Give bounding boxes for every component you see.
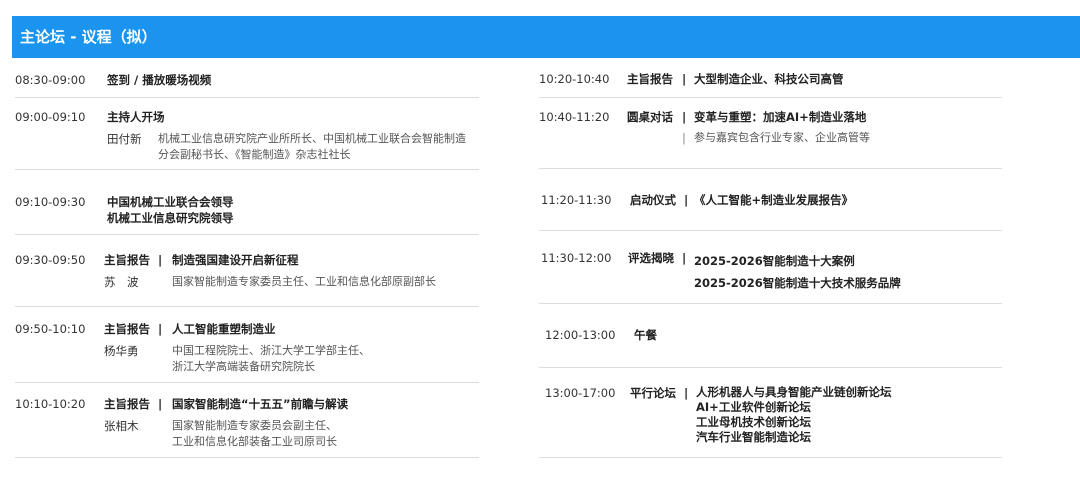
item-time: 10:20-10:40 — [539, 72, 610, 86]
item-title: 签到 / 播放暖场视频 — [107, 73, 212, 87]
title-line: 汽车行业智能制造论坛 — [696, 430, 811, 444]
speaker-description: 国家智能制造专家委员主任、工业和信息化部原副部长 — [172, 274, 436, 290]
separator: | — [682, 72, 687, 86]
item-title: 《人工智能+制造业发展报告》 — [694, 193, 854, 207]
separator: | — [158, 253, 163, 267]
item-time: 12:00-13:00 — [545, 328, 616, 342]
item-title: 变革与重塑：加速AI+制造业落地 — [694, 110, 867, 124]
divider — [539, 97, 1002, 98]
session-type-label: 圆桌对话 — [627, 110, 673, 124]
item-time: 09:50-10:10 — [15, 322, 86, 336]
speaker-description: 中国工程院院士、浙江大学工学部主任、 浙江大学高端装备研究院院长 — [172, 343, 370, 375]
desc-line: 分会副秘书长、《智能制造》杂志社社长 — [158, 148, 351, 161]
session-type-label: 主旨报告 — [104, 397, 150, 411]
divider — [539, 303, 1002, 304]
session-type-label: 主旨报告 — [627, 72, 673, 86]
item-title: 大型制造企业、科技公司高管 — [694, 72, 844, 86]
item-time: 11:30-12:00 — [541, 251, 612, 265]
separator: | — [158, 322, 163, 336]
item-time: 10:10-10:20 — [15, 397, 86, 411]
item-title: 主持人开场 — [107, 110, 165, 124]
session-type-label: 启动仪式 — [630, 193, 676, 207]
session-type-label: 主旨报告 — [104, 253, 150, 267]
desc-line: 中国工程院院士、浙江大学工学部主任、 — [172, 344, 370, 357]
separator: | — [684, 386, 689, 400]
divider — [539, 230, 1002, 231]
desc-line: 国家智能制造专家委员会副主任、 — [172, 419, 337, 432]
item-title-lines: 2025-2026智能制造十大案例 2025-2026智能制造十大技术服务品牌 — [694, 250, 901, 294]
divider — [15, 457, 479, 458]
item-title: 制造强国建设开启新征程 — [172, 253, 299, 267]
title-line: 工业母机技术创新论坛 — [696, 415, 811, 429]
guest-note: 参与嘉宾包含行业专家、企业高管等 — [694, 131, 870, 144]
title-line: 中国机械工业联合会领导 — [107, 195, 234, 209]
item-title: 国家智能制造“十五五”前瞻与解读 — [172, 397, 349, 411]
divider — [539, 457, 1002, 458]
separator: | — [682, 251, 687, 265]
item-time: 09:00-09:10 — [15, 110, 86, 124]
title-line: AI+工业软件创新论坛 — [696, 400, 811, 414]
speaker-name: 田付新 — [107, 132, 142, 146]
divider — [15, 97, 479, 98]
title-line: 机械工业信息研究院领导 — [107, 211, 234, 225]
title-line: 2025-2026智能制造十大案例 — [694, 254, 855, 268]
speaker-name: 苏 波 — [104, 275, 139, 289]
item-time: 11:20-11:30 — [541, 193, 612, 207]
item-title: 午餐 — [634, 328, 657, 342]
item-time: 08:30-09:00 — [15, 73, 86, 87]
title-line: 2025-2026智能制造十大技术服务品牌 — [694, 276, 901, 290]
divider — [15, 169, 479, 170]
divider — [15, 306, 479, 307]
item-time: 09:30-09:50 — [15, 253, 86, 267]
speaker-name: 杨华勇 — [104, 344, 139, 358]
desc-line: 工业和信息化部装备工业司原司长 — [172, 435, 337, 448]
item-time: 10:40-11:20 — [539, 110, 610, 124]
separator: | — [684, 193, 689, 207]
item-title: 人工智能重塑制造业 — [172, 322, 276, 336]
separator: | — [682, 110, 687, 124]
divider — [539, 168, 1002, 169]
divider — [539, 367, 1002, 368]
separator: | — [682, 131, 686, 145]
agenda-header-banner: 主论坛 - 议程（拟） — [12, 16, 1080, 58]
session-type-label: 评选揭晓 — [628, 251, 674, 265]
item-title-lines: 中国机械工业联合会领导 机械工业信息研究院领导 — [107, 194, 234, 226]
session-type-label: 主旨报告 — [104, 322, 150, 336]
divider — [15, 234, 479, 235]
separator: | — [158, 397, 163, 411]
desc-line: 机械工业信息研究院产业所所长、中国机械工业联合会智能制造 — [158, 132, 466, 145]
item-time: 13:00-17:00 — [545, 386, 616, 400]
speaker-name: 张相木 — [104, 419, 139, 433]
speaker-description: 机械工业信息研究院产业所所长、中国机械工业联合会智能制造 分会副秘书长、《智能制… — [158, 131, 466, 163]
title-line: 人形机器人与具身智能产业链创新论坛 — [696, 385, 892, 399]
speaker-description: 国家智能制造专家委员会副主任、 工业和信息化部装备工业司原司长 — [172, 418, 337, 450]
item-time: 09:10-09:30 — [15, 195, 86, 209]
agenda-title: 主论坛 - 议程（拟） — [20, 28, 157, 46]
item-title-lines: 人形机器人与具身智能产业链创新论坛 AI+工业软件创新论坛 工业母机技术创新论坛… — [696, 385, 892, 445]
desc-line: 国家智能制造专家委员主任、工业和信息化部原副部长 — [172, 275, 436, 288]
divider — [15, 382, 479, 383]
desc-line: 浙江大学高端装备研究院院长 — [172, 360, 315, 373]
session-type-label: 平行论坛 — [630, 386, 676, 400]
